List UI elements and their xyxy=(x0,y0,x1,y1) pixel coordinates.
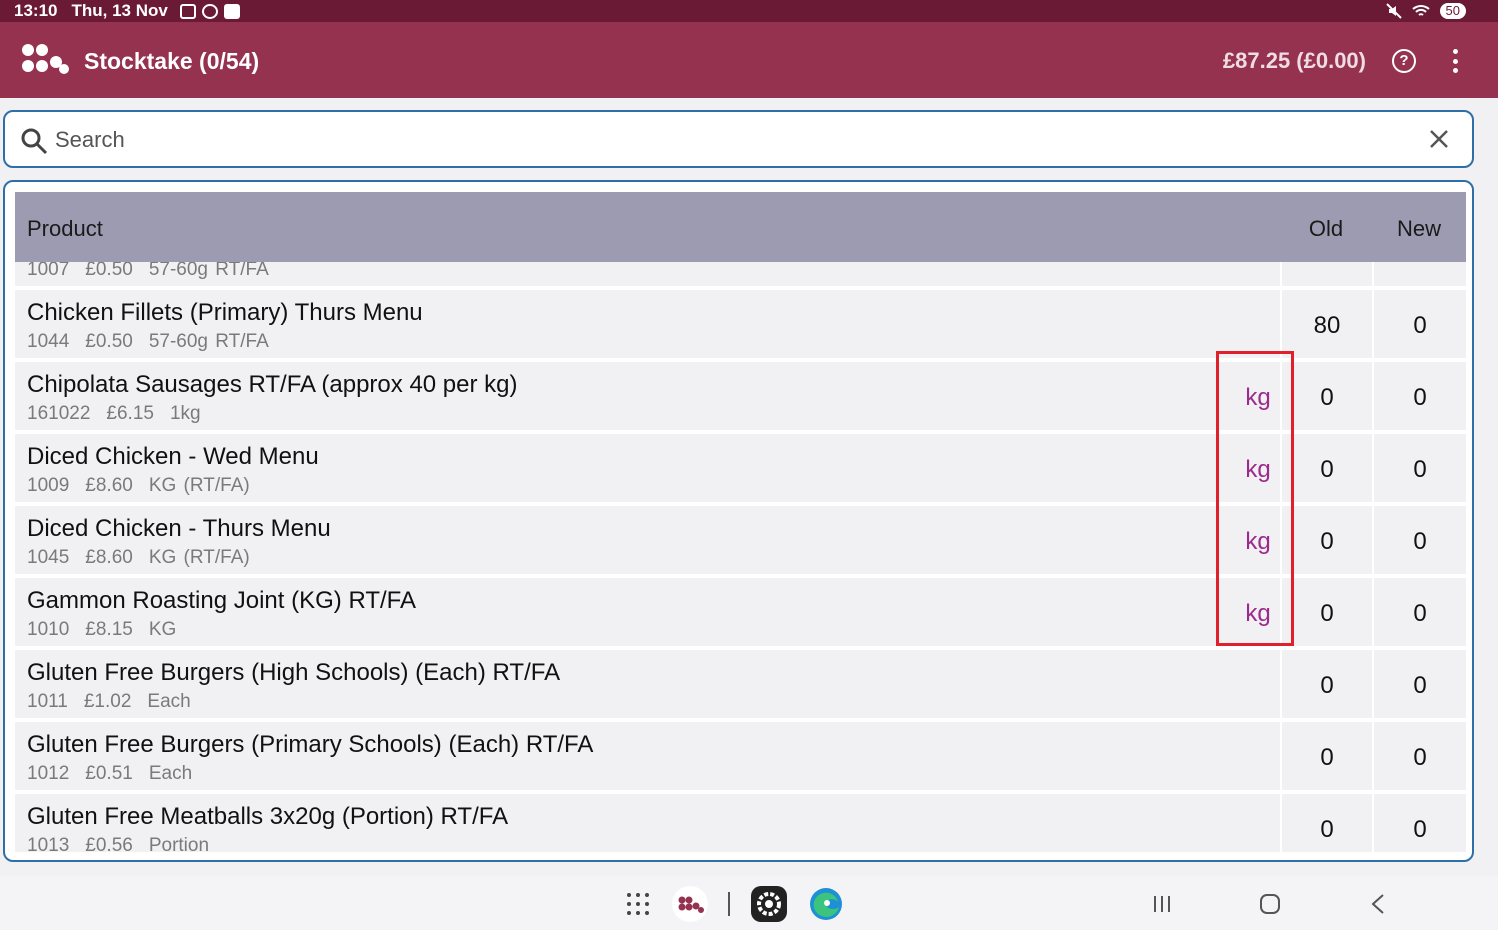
table-row[interactable]: Chicken Fillets (Primary) Thurs Menu 104… xyxy=(15,290,1466,360)
row-new-qty[interactable] xyxy=(1372,262,1466,288)
status-time: 13:10 xyxy=(14,1,58,20)
wifi-icon xyxy=(1411,5,1430,16)
row-product-name: Gammon Roasting Joint (KG) RT/FA xyxy=(27,587,417,614)
app-drawer-icon[interactable] xyxy=(620,886,656,922)
row-new-qty[interactable]: 0 xyxy=(1372,362,1466,432)
row-new-qty[interactable]: 0 xyxy=(1372,722,1466,792)
table-row[interactable]: 1007 £0.50 57-60g RT/FA xyxy=(15,262,1466,288)
stock-total-value: £87.25 (£0.00) xyxy=(1222,48,1366,73)
settings-app-icon[interactable] xyxy=(751,886,787,922)
search-input[interactable] xyxy=(55,122,1415,158)
row-meta: 1007 £0.50 57-60g RT/FA xyxy=(27,262,269,280)
close-icon[interactable] xyxy=(1426,126,1452,152)
row-old-qty[interactable]: 0 xyxy=(1280,650,1372,720)
back-icon[interactable] xyxy=(1360,886,1396,922)
header-new: New xyxy=(1396,216,1441,241)
system-status-bar: 13:10 Thu, 13 Nov xyxy=(0,0,1498,22)
row-product-name: Chicken Fillets (Primary) Thurs Menu xyxy=(27,299,423,326)
header-product: Product xyxy=(27,216,103,241)
home-icon[interactable] xyxy=(1252,886,1288,922)
row-product-name: Diced Chicken - Wed Menu xyxy=(27,443,319,470)
row-new-qty[interactable]: 0 xyxy=(1372,794,1466,852)
table-header: Product Old New xyxy=(15,192,1466,262)
row-meta: 1044 £0.50 57-60g RT/FA xyxy=(27,331,269,352)
table-row[interactable]: Gluten Free Meatballs 3x20g (Portion) RT… xyxy=(15,794,1466,852)
row-meta: 1045 £8.60 KG (RT/FA) xyxy=(27,547,250,568)
stocktake-app-icon[interactable] xyxy=(672,886,708,922)
row-new-qty[interactable]: 0 xyxy=(1372,506,1466,576)
more-vert-icon[interactable] xyxy=(1450,49,1460,73)
row-old-qty[interactable] xyxy=(1280,262,1372,288)
row-new-qty[interactable]: 0 xyxy=(1372,578,1466,648)
bluetooth-icon xyxy=(201,3,218,19)
header-old: Old xyxy=(1308,216,1344,241)
row-old-qty[interactable]: 0 xyxy=(1280,722,1372,792)
row-meta: 1012 £0.51 Each xyxy=(27,763,193,784)
search-bar xyxy=(3,110,1474,168)
row-meta: 1013 £0.56 Portion xyxy=(27,835,210,852)
row-meta: 1010 £8.15 KG xyxy=(27,619,177,640)
row-new-qty[interactable]: 0 xyxy=(1372,650,1466,720)
question-circle-icon[interactable]: ? xyxy=(1392,49,1416,73)
row-meta: 161022 £6.15 1kg xyxy=(27,403,201,424)
status-date: Thu, 13 Nov xyxy=(71,1,168,20)
row-old-qty[interactable]: 0 xyxy=(1280,794,1372,852)
search-icon xyxy=(21,128,48,155)
row-new-qty[interactable]: 0 xyxy=(1372,290,1466,360)
row-meta: 1011 £1.02 Each xyxy=(27,691,191,712)
table-row[interactable]: Gluten Free Burgers (Primary Schools) (E… xyxy=(15,722,1466,792)
table-row[interactable]: Gluten Free Burgers (High Schools) (Each… xyxy=(15,650,1466,720)
edge-browser-icon[interactable] xyxy=(808,886,844,922)
row-product-name: Gluten Free Burgers (High Schools) (Each… xyxy=(27,659,561,686)
status-right-icons: 50 xyxy=(1385,0,1466,22)
row-product-name: Chipolata Sausages RT/FA (approx 40 per … xyxy=(27,371,518,398)
nav-separator xyxy=(728,892,730,916)
page-title: Stocktake (0/54) xyxy=(84,48,260,74)
row-old-qty[interactable]: 80 xyxy=(1280,290,1372,360)
app-logo-icon xyxy=(22,44,69,74)
screenshot-icon xyxy=(179,3,196,19)
row-product-name: Diced Chicken - Thurs Menu xyxy=(27,515,331,542)
row-product-name: Gluten Free Burgers (Primary Schools) (E… xyxy=(27,731,594,758)
unit-highlight-box xyxy=(1216,351,1294,646)
row-new-qty[interactable]: 0 xyxy=(1372,434,1466,504)
checkbox-icon xyxy=(223,3,240,19)
mute-icon xyxy=(1385,3,1402,19)
recent-apps-icon[interactable] xyxy=(1144,886,1180,922)
battery-icon: 50 xyxy=(1439,3,1466,19)
row-product-name: Gluten Free Meatballs 3x20g (Portion) RT… xyxy=(27,803,509,830)
app-bar: Stocktake (0/54) £87.25 (£0.00) ? xyxy=(0,22,1498,98)
row-meta: 1009 £8.60 KG (RT/FA) xyxy=(27,475,250,496)
system-nav-bar xyxy=(0,876,1498,930)
